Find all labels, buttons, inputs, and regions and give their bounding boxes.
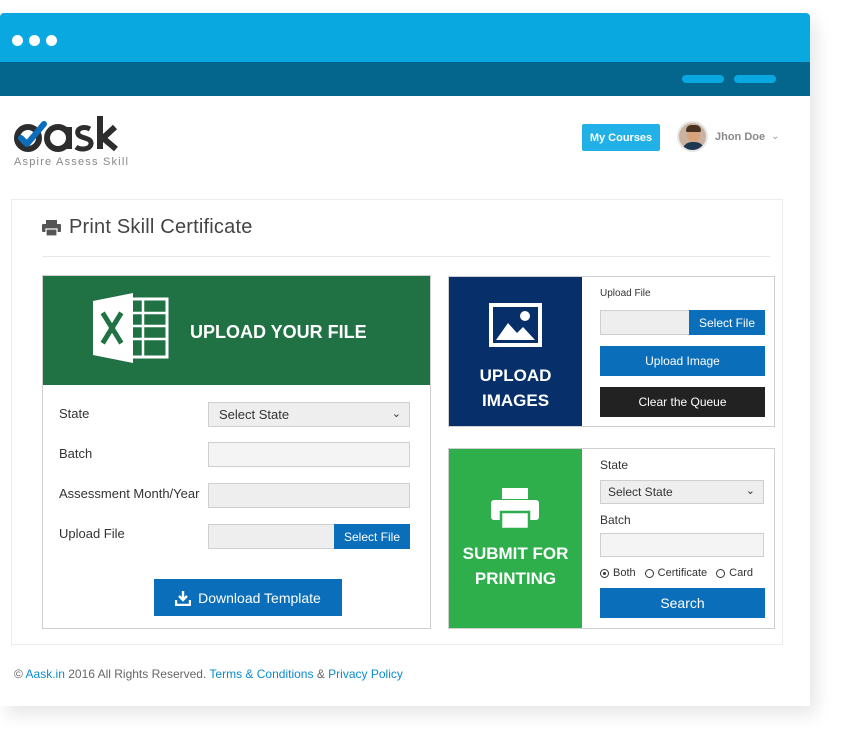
batch-label: Batch [600, 513, 631, 527]
upload-file-card: UPLOAD YOUR FILE State Select State ⌄ Ba… [42, 275, 431, 629]
batch-label: Batch [59, 446, 93, 461]
state-select[interactable]: Select State ⌄ [600, 480, 764, 504]
clear-queue-button[interactable]: Clear the Queue [600, 387, 765, 417]
window-dot[interactable] [12, 35, 23, 46]
radio-both-label: Both [613, 567, 636, 579]
upload-file-heading: UPLOAD YOUR FILE [190, 322, 367, 342]
search-button[interactable]: Search [600, 588, 765, 618]
download-icon [175, 590, 192, 606]
upload-images-heading: UPLOAD IMAGES [449, 363, 582, 413]
chevron-down-icon: ⌄ [745, 485, 755, 497]
printer-icon [42, 219, 61, 236]
radio-circle[interactable] [600, 568, 609, 578]
window-dot[interactable] [29, 35, 40, 46]
logo[interactable]: aask Aspire Assess Skill [14, 114, 129, 168]
logo-check-icon: aask [14, 116, 118, 152]
site-link[interactable]: Aask.in [26, 667, 65, 681]
chevron-down-icon: ⌄ [391, 408, 401, 420]
select-file-button[interactable]: Select File [333, 524, 410, 549]
upload-images-heading-line1: UPLOAD [479, 366, 552, 385]
my-courses-button[interactable]: My Courses [582, 124, 660, 151]
printer-icon [491, 488, 539, 530]
upload-file-input[interactable]: Select File [208, 524, 410, 549]
state-select[interactable]: Select State ⌄ [208, 402, 410, 427]
privacy-link[interactable]: Privacy Policy [328, 667, 403, 681]
upload-file-header: UPLOAD YOUR FILE [43, 276, 430, 385]
submit-printing-heading: SUBMIT FOR PRINTING [449, 541, 582, 591]
upload-file-label: Upload File [59, 526, 125, 541]
footer-ampersand: & [316, 667, 325, 681]
image-icon [489, 303, 542, 347]
main-panel: Print Skill Certificate UPLOAD YOUR FILE… [11, 199, 783, 645]
page-title-text: Print Skill Certificate [69, 216, 253, 238]
state-label: State [600, 458, 629, 472]
page-title: Print Skill Certificate [42, 216, 253, 239]
nav-pill[interactable] [682, 75, 724, 83]
radio-certificate-label: Certificate [657, 567, 708, 579]
assessment-label: Assessment Month/Year [59, 486, 200, 501]
image-file-input[interactable]: Select File [600, 310, 765, 335]
footer: © Aask.in 2016 All Rights Reserved. Term… [14, 667, 403, 681]
upload-image-button[interactable]: Upload Image [600, 346, 765, 376]
divider [42, 256, 770, 257]
radio-card[interactable]: Card [716, 567, 753, 579]
avatar[interactable] [677, 121, 708, 152]
upload-images-heading-line2: IMAGES [481, 391, 550, 410]
window-controls [12, 35, 57, 46]
user-menu[interactable]: Jhon Doe ⌄ [677, 121, 780, 152]
terms-link[interactable]: Terms & Conditions [209, 667, 313, 681]
radio-circle[interactable] [716, 568, 726, 578]
state-label: State [59, 406, 90, 421]
radio-card-label: Card [729, 567, 754, 579]
radio-both[interactable]: Both [600, 567, 636, 579]
nav-bar [0, 62, 810, 96]
print-type-radios: Both Certificate Card [600, 567, 762, 579]
batch-input[interactable] [208, 442, 410, 467]
upload-images-card: UPLOAD IMAGES Upload File Select File Up… [448, 276, 775, 427]
radio-circle[interactable] [644, 568, 654, 578]
chevron-down-icon[interactable]: ⌄ [771, 131, 779, 142]
upload-file-label: Upload File [600, 288, 651, 299]
batch-input[interactable] [600, 533, 764, 557]
nav-pill[interactable] [734, 75, 776, 83]
assessment-input[interactable] [208, 483, 410, 508]
excel-icon [93, 293, 169, 363]
select-file-button[interactable]: Select File [689, 310, 765, 335]
submit-printing-heading-line2: PRINTING [474, 569, 557, 588]
site-header: aask Aspire Assess Skill My Courses Jhon… [0, 96, 810, 200]
logo-wordmark: aask [14, 114, 129, 154]
submit-printing-card: SUBMIT FOR PRINTING State Select State ⌄… [448, 448, 775, 629]
user-name[interactable]: Jhon Doe [715, 131, 765, 143]
download-template-button[interactable]: Download Template [154, 579, 342, 616]
state-select-value: Select State [219, 407, 290, 422]
title-bar [0, 13, 810, 62]
submit-printing-heading-line1: SUBMIT FOR [462, 544, 569, 563]
logo-tagline: Aspire Assess Skill [14, 156, 130, 168]
upload-images-tile: UPLOAD IMAGES [449, 277, 582, 426]
window-dot[interactable] [46, 35, 57, 46]
download-template-label: Download Template [198, 589, 321, 606]
state-select-value: Select State [608, 485, 673, 499]
browser-window: aask Aspire Assess Skill My Courses Jhon… [0, 13, 810, 706]
submit-printing-tile: SUBMIT FOR PRINTING [449, 449, 582, 628]
rights-text: 2016 All Rights Reserved. [68, 667, 207, 681]
radio-certificate[interactable]: Certificate [644, 567, 708, 579]
copyright-symbol: © [14, 667, 23, 681]
